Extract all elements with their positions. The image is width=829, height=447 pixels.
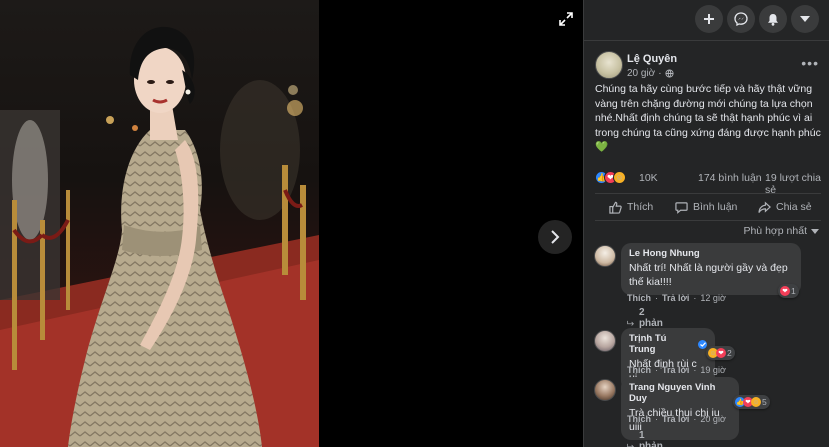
account-menu-button[interactable]: [791, 5, 819, 33]
share-icon: [758, 201, 771, 213]
post-meta: 20 giờ ·: [627, 68, 674, 79]
comment-time[interactable]: 19 giờ: [700, 365, 725, 375]
verified-badge-icon: [698, 339, 707, 349]
care-reaction-icon: ☺: [613, 171, 626, 184]
more-options-icon[interactable]: •••: [801, 55, 819, 71]
thumbs-up-icon: [609, 201, 622, 214]
comment-time[interactable]: 20 giờ: [700, 414, 725, 424]
comment-actions: Thích · Trả lời · 20 giờ: [627, 414, 726, 424]
create-button[interactable]: [695, 5, 723, 33]
comment-text-line: thế kia!!!!: [629, 276, 672, 288]
comment-reply-link[interactable]: Trả lời: [662, 414, 689, 424]
comment-icon: [675, 201, 688, 214]
comment-reaction-count: 5: [762, 397, 767, 407]
comment-actions: Thích · Trả lời · 19 giờ: [627, 365, 726, 375]
care-reaction-icon: ☺: [751, 397, 761, 407]
comment-reactions[interactable]: ❤ 1: [778, 284, 799, 298]
replies-count: 1 phản hồi: [638, 430, 663, 447]
notifications-button[interactable]: [759, 5, 787, 33]
commenter-avatar[interactable]: [594, 330, 616, 352]
post-text-line: vàng trên chặng đường mới chúng ta lựa c…: [595, 97, 813, 110]
comment-reactions[interactable]: 👍 ❤ ☺ 5: [733, 395, 770, 409]
comment-button[interactable]: Bình luận: [675, 198, 737, 216]
reaction-count[interactable]: 10K: [639, 172, 658, 184]
share-label: Chia sẻ: [776, 201, 812, 213]
like-button[interactable]: Thích: [609, 198, 653, 216]
top-bar: [584, 0, 829, 40]
commenter-avatar[interactable]: [594, 245, 616, 267]
comment-bubble: Le Hong Nhung Nhất trí! Nhất là người gầ…: [621, 243, 801, 295]
post-photo[interactable]: [0, 0, 319, 447]
comment-reply-link[interactable]: Trả lời: [662, 365, 689, 375]
commenter-name-row: Trịnh Tú Trung: [629, 333, 707, 355]
expand-icon[interactable]: [555, 8, 577, 30]
messenger-icon: [734, 12, 748, 26]
comment-text: Nhất trí! Nhất là người gầy và đẹp thế k…: [629, 261, 793, 289]
comment-like-link[interactable]: Thích: [627, 365, 651, 375]
post-text: Chúng ta hãy cùng bước tiếp và hãy thật …: [595, 82, 821, 155]
plus-icon: [704, 14, 714, 24]
love-reaction-icon: ❤: [780, 286, 790, 296]
comment-reaction-count: 1: [791, 286, 796, 296]
comment-reaction-count: 2: [727, 348, 732, 358]
green-heart-emoji: 💚: [595, 141, 609, 153]
comment-like-link[interactable]: Thích: [627, 414, 651, 424]
reply-arrow-icon: [627, 320, 634, 326]
globe-icon: [665, 69, 674, 78]
commenter-name[interactable]: Le Hong Nhung: [629, 248, 793, 259]
divider: [595, 193, 821, 194]
commenter-avatar[interactable]: [594, 379, 616, 401]
reaction-summary: 👍 ❤ ☺ 10K 174 bình luận 19 lượt chia sẻ: [595, 170, 821, 196]
post-panel: Lệ Quyên 20 giờ · ••• Chúng ta hãy cùng …: [583, 0, 829, 447]
comment-text-line: Nhất trí! Nhất là người gầy và đẹp: [629, 262, 788, 274]
post-time[interactable]: 20 giờ: [627, 68, 655, 79]
post-text-line: trong chúng ta cũng xứng đáng được hạnh …: [595, 126, 821, 139]
reaction-icons[interactable]: 👍 ❤ ☺: [595, 171, 626, 184]
comment-reactions[interactable]: ☺ ❤ 2: [706, 346, 735, 360]
comment-actions: Thích · Trả lời · 12 giờ: [627, 293, 726, 303]
post-text-line: Chúng ta hãy cùng bước tiếp và hãy thật …: [595, 83, 813, 95]
comment-reply-link[interactable]: Trả lời: [662, 293, 689, 303]
next-photo-button[interactable]: [538, 220, 572, 254]
caret-down-icon: [800, 16, 810, 22]
comments-count[interactable]: 174 bình luận: [698, 172, 762, 184]
chevron-right-icon: [551, 230, 560, 244]
messenger-button[interactable]: [727, 5, 755, 33]
comment-label: Bình luận: [693, 201, 738, 213]
comment-like-link[interactable]: Thích: [627, 293, 651, 303]
comment-time[interactable]: 12 giờ: [700, 293, 725, 303]
commenter-name[interactable]: Trang Nguyen Vinh Duy: [629, 382, 731, 404]
author-name[interactable]: Lệ Quyên: [627, 53, 677, 65]
view-replies-link[interactable]: 1 phản hồi: [627, 430, 668, 447]
photo-viewer: [0, 0, 583, 447]
caret-down-icon: [811, 228, 819, 234]
post-header: Lệ Quyên 20 giờ · •••: [584, 41, 829, 87]
reply-arrow-icon: [627, 443, 634, 447]
bell-icon: [768, 13, 778, 26]
like-label: Thích: [627, 201, 654, 213]
author-avatar[interactable]: [595, 51, 623, 79]
love-reaction-icon: ❤: [716, 348, 726, 358]
sort-label: Phù hợp nhất: [743, 225, 807, 237]
post-text-line: nhé.Nhất định chúng ta sẽ thật hạnh phúc…: [595, 112, 813, 124]
divider: [595, 220, 821, 221]
share-button[interactable]: Chia sẻ: [758, 198, 812, 216]
comment-sort-dropdown[interactable]: Phù hợp nhất: [743, 225, 819, 237]
commenter-name[interactable]: Trịnh Tú Trung: [629, 333, 695, 355]
